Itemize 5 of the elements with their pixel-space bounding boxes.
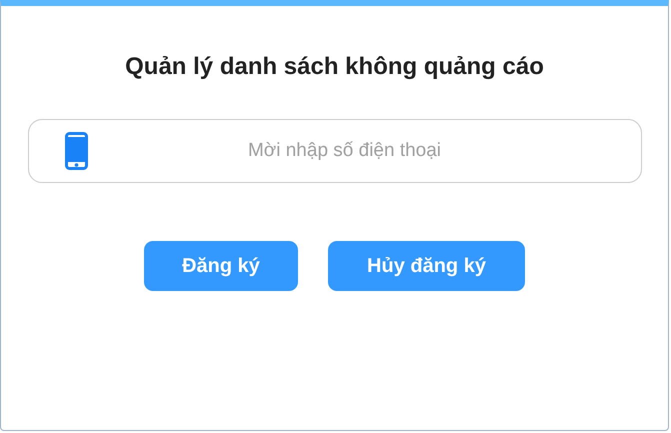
page-title: Quản lý danh sách không quảng cáo xyxy=(125,52,544,82)
unregister-button[interactable]: Hủy đăng ký xyxy=(328,241,525,291)
phone-icon xyxy=(64,132,88,170)
register-button[interactable]: Đăng ký xyxy=(144,241,298,291)
phone-field[interactable]: Mời nhập số điện thoại xyxy=(28,119,642,183)
